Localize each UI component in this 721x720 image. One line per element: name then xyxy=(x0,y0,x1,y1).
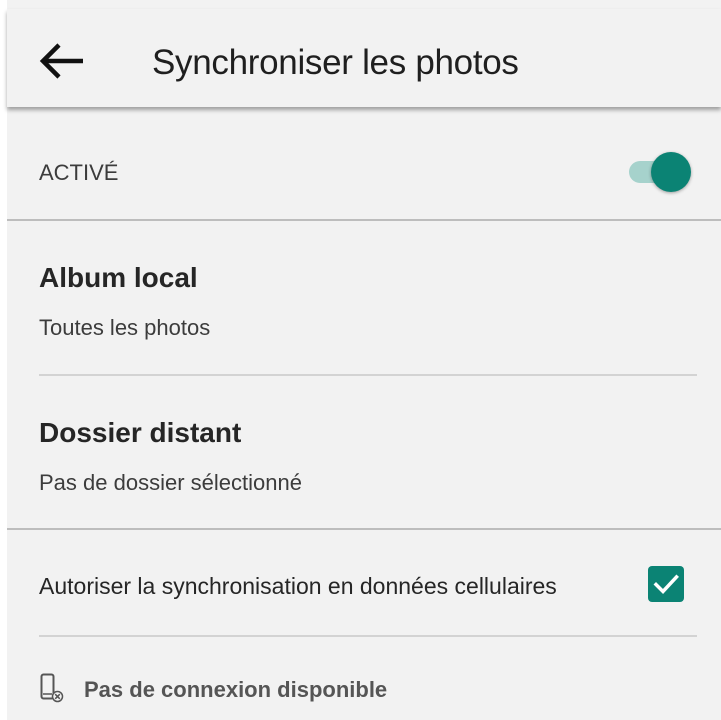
cellular-sync-checkbox[interactable] xyxy=(648,566,684,602)
toggle-thumb xyxy=(651,152,691,192)
page-title: Synchroniser les photos xyxy=(152,43,519,82)
connection-status-text: Pas de connexion disponible xyxy=(84,677,388,702)
enabled-row: ACTIVÉ xyxy=(7,110,721,221)
remote-folder-title: Dossier distant xyxy=(39,417,242,448)
section-divider xyxy=(7,528,721,530)
enabled-label: ACTIVÉ xyxy=(39,160,119,185)
remote-folder-value: Pas de dossier sélectionné xyxy=(39,470,302,495)
divider xyxy=(39,635,697,637)
sync-photos-screen: Synchroniser les photos ACTIVÉ Album loc… xyxy=(7,0,721,720)
divider xyxy=(39,374,697,376)
checkmark-icon xyxy=(653,574,679,595)
arrow-left-icon xyxy=(39,43,83,79)
sync-enabled-toggle[interactable] xyxy=(627,152,693,192)
local-album-item[interactable]: Album local Toutes les photos xyxy=(39,262,697,348)
phone-no-connection-icon xyxy=(40,673,64,703)
local-album-value: Toutes les photos xyxy=(39,315,211,340)
back-button[interactable] xyxy=(31,36,91,86)
local-album-title: Album local xyxy=(39,262,198,293)
remote-folder-item[interactable]: Dossier distant Pas de dossier sélection… xyxy=(39,417,697,503)
app-bar: Synchroniser les photos xyxy=(7,9,721,107)
cellular-sync-label: Autoriser la synchronisation en données … xyxy=(39,573,557,599)
